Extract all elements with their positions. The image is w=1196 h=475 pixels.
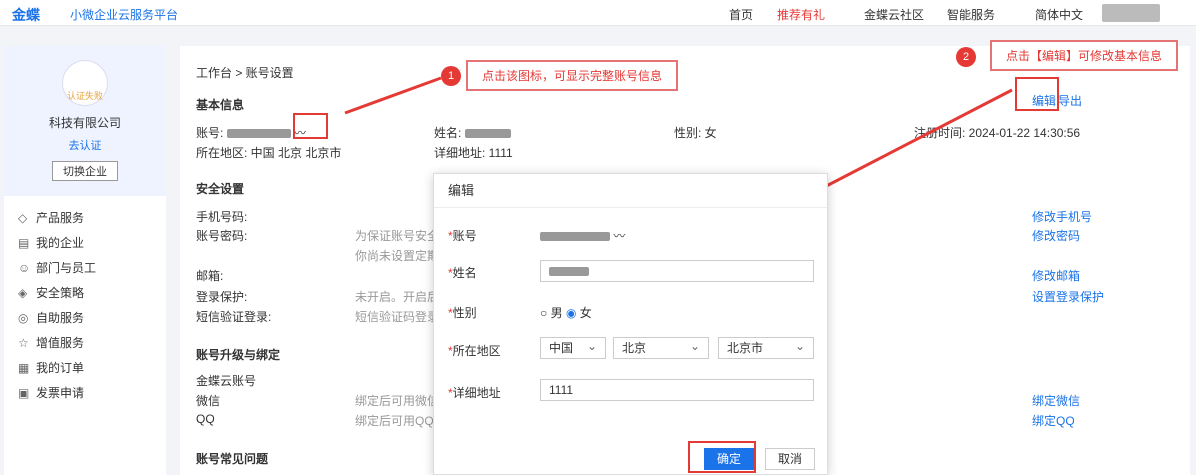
confirm-highlight — [688, 441, 756, 473]
male-label: 男 — [550, 306, 563, 320]
province-select[interactable]: 北京 — [613, 336, 709, 359]
name-input[interactable] — [540, 260, 814, 282]
cancel-button[interactable]: 取消 — [765, 448, 816, 470]
address-field-label: 详细地址 — [452, 386, 501, 400]
female-label: 女 — [579, 306, 592, 320]
address-input[interactable]: 1111 — [540, 379, 814, 401]
area-field-label: 所在地区 — [452, 344, 501, 358]
city-select[interactable]: 北京市 — [718, 336, 814, 359]
edit-dialog: 编辑 *账号 〰 *姓名 *性别 ○ 男 ◉ 女 *所在地区 中国 北京 北京市… — [433, 173, 828, 475]
dialog-title: 编辑 — [434, 174, 827, 208]
female-radio[interactable]: ◉ — [566, 306, 576, 320]
gender-field-label: 性别 — [452, 306, 477, 320]
eye-icon-dialog[interactable]: 〰 — [613, 229, 625, 243]
male-radio[interactable]: ○ — [540, 306, 547, 320]
name-field-label: 姓名 — [452, 266, 477, 280]
country-select[interactable]: 中国 — [540, 336, 606, 359]
account-field-label: 账号 — [452, 229, 477, 243]
